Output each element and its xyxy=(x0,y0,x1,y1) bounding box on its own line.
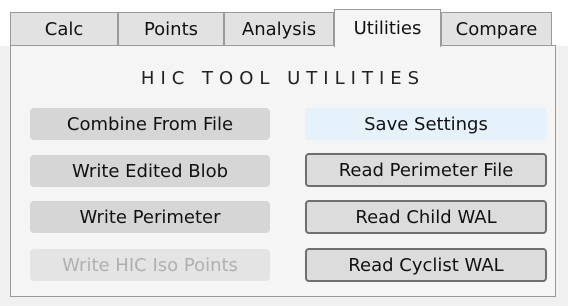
tab-utilities[interactable]: Utilities xyxy=(334,9,441,47)
tab-utilities-label: Utilities xyxy=(353,18,422,39)
tab-points[interactable]: Points xyxy=(118,12,224,46)
tab-compare[interactable]: Compare xyxy=(441,12,552,46)
read-cyclist-wal-button[interactable]: Read Cyclist WAL xyxy=(305,248,547,282)
write-hic-iso-points-button[interactable]: Write HIC Iso Points xyxy=(30,249,270,281)
write-edited-blob-label: Write Edited Blob xyxy=(71,160,229,182)
write-hic-iso-points-label: Write HIC Iso Points xyxy=(62,254,238,276)
tab-points-label: Points xyxy=(143,19,199,40)
combine-from-file-label: Combine From File xyxy=(66,113,234,135)
tab-analysis-label: Analysis xyxy=(241,19,317,40)
tab-bar: Calc Points Analysis Utilities Compare xyxy=(0,0,568,47)
tab-analysis[interactable]: Analysis xyxy=(224,12,334,46)
write-perimeter-button[interactable]: Write Perimeter xyxy=(30,201,270,233)
read-cyclist-wal-label: Read Cyclist WAL xyxy=(348,254,504,276)
read-perimeter-file-button[interactable]: Read Perimeter File xyxy=(305,153,547,187)
utilities-panel: HIC TOOL UTILITIES Combine From File Wri… xyxy=(10,45,556,297)
read-child-wal-button[interactable]: Read Child WAL xyxy=(305,200,547,234)
combine-from-file-button[interactable]: Combine From File xyxy=(30,108,270,140)
read-perimeter-file-label: Read Perimeter File xyxy=(338,159,514,181)
tab-compare-label: Compare xyxy=(455,19,538,40)
read-child-wal-label: Read Child WAL xyxy=(355,206,497,228)
write-perimeter-label: Write Perimeter xyxy=(79,206,221,228)
write-edited-blob-button[interactable]: Write Edited Blob xyxy=(30,155,270,187)
save-settings-label: Save Settings xyxy=(364,113,488,135)
save-settings-button[interactable]: Save Settings xyxy=(305,108,547,140)
panel-title: HIC TOOL UTILITIES xyxy=(140,68,426,89)
app-window: Calc Points Analysis Utilities Compare H… xyxy=(0,0,568,306)
tab-calc-label: Calc xyxy=(44,19,84,40)
tab-calc[interactable]: Calc xyxy=(10,12,118,46)
